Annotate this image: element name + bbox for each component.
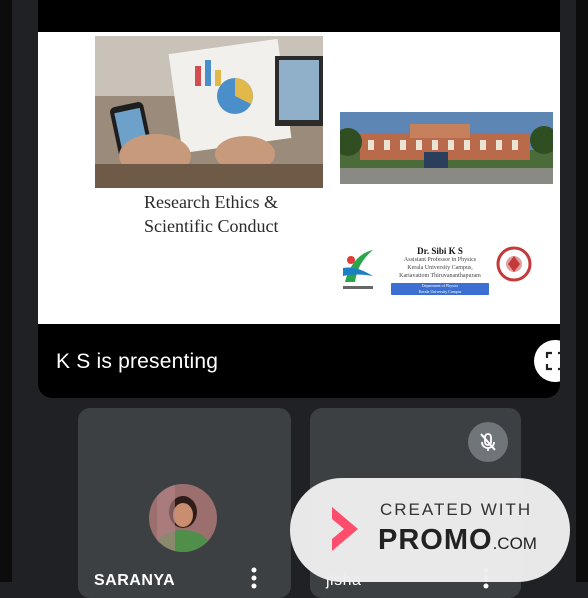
watermark-brand: PROMO.COM [378, 524, 537, 557]
watermark-brand-suffix: .COM [492, 534, 537, 553]
participant-tile-saranya[interactable]: SARANYA [78, 408, 291, 598]
promo-logo-icon [332, 507, 358, 551]
slide-title-line-2: Scientific Conduct [144, 216, 279, 236]
presentation-card[interactable]: Research Ethics & Scientific Conduct Dr.… [38, 0, 560, 398]
slide-title-line-1: Research Ethics & [144, 192, 278, 212]
more-vert-icon[interactable] [248, 566, 260, 590]
avatar-photo [149, 484, 217, 552]
avatar [149, 484, 217, 552]
presenter-label: K S is presenting [56, 350, 219, 373]
fullscreen-button[interactable] [534, 340, 560, 382]
slide-department-badge-line-1: Department of Physics [421, 283, 459, 288]
slide-photo-charts [95, 36, 323, 188]
mic-off-icon [480, 433, 496, 451]
slide-title: Research Ethics & Scientific Conduct [144, 190, 344, 238]
fullscreen-icon [545, 351, 560, 371]
slide-author-position: Assistant Professor in Physics [403, 257, 477, 263]
slide-logo-left [343, 250, 373, 289]
window-frame-left [0, 0, 12, 582]
watermark-created-with: CREATED WITH [380, 500, 533, 519]
slide-university-seal [496, 246, 532, 282]
promo-watermark: CREATED WITH PROMO.COM [290, 478, 570, 582]
slide-author-name: Dr. Sibi K S [417, 246, 463, 256]
mic-off-indicator [468, 422, 508, 462]
slide-author-institution: Kerala University Campus, [407, 265, 473, 271]
slide-photo-campus [340, 112, 553, 184]
shared-slide: Research Ethics & Scientific Conduct Dr.… [38, 32, 560, 324]
slide-department-badge: Department of Physics Kerala University … [391, 283, 489, 295]
slide-author-location: Kariavattom Thiruvananthapuram [399, 273, 481, 279]
participant-name: SARANYA [94, 572, 176, 589]
slide-author-block: Dr. Sibi K S Assistant Professor in Phys… [388, 246, 492, 295]
window-frame-right [576, 0, 588, 582]
slide-department-badge-line-2: Kerala University Campus [418, 289, 462, 294]
watermark-brand-name: PROMO [378, 524, 493, 556]
